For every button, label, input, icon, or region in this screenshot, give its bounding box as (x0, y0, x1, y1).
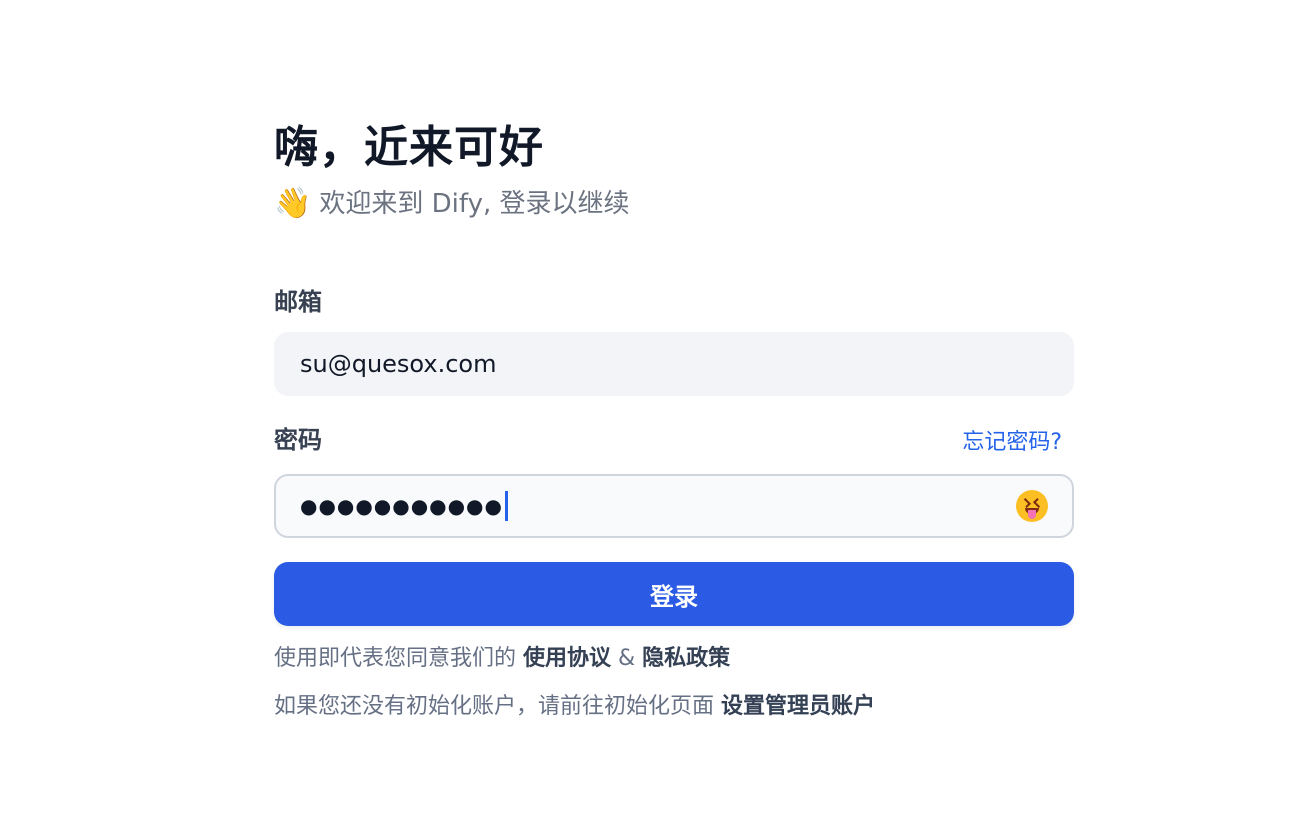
login-button[interactable]: 登录 (274, 562, 1074, 626)
email-label: 邮箱 (274, 288, 322, 316)
password-label: 密码 (274, 426, 322, 454)
terms-of-use-link[interactable]: 使用协议 (523, 646, 611, 671)
subtitle-text: 欢迎来到 Dify, 登录以继续 (319, 189, 630, 219)
setup-admin-link[interactable]: 设置管理员账户 (721, 694, 875, 719)
forgot-password-link[interactable]: 忘记密码? (962, 424, 1062, 456)
terms-prefix: 使用即代表您同意我们的 (274, 646, 523, 671)
password-value: ●●●●●●●●●●● (300, 494, 503, 518)
page-title: 嗨，近来可好 (274, 122, 544, 173)
password-label-row: 密码 忘记密码? (274, 424, 1074, 456)
terms-separator: & (611, 646, 643, 671)
text-caret (504, 491, 508, 521)
setup-notice: 如果您还没有初始化账户，请前往初始化页面 设置管理员账户 (274, 692, 1074, 722)
login-page: 嗨，近来可好 👋 欢迎来到 Dify, 登录以继续 邮箱 su@quesox.c… (0, 0, 1312, 814)
subtitle: 👋 欢迎来到 Dify, 登录以继续 (274, 186, 1074, 222)
setup-prefix: 如果您还没有初始化账户，请前往初始化页面 (274, 694, 721, 719)
privacy-policy-link[interactable]: 隐私政策 (642, 646, 730, 671)
terms-notice: 使用即代表您同意我们的 使用协议 & 隐私政策 (274, 644, 1074, 674)
email-field[interactable]: su@quesox.com (274, 332, 1074, 396)
show-password-toggle-icon[interactable] (1016, 490, 1048, 522)
waving-hand-icon: 👋 (274, 186, 312, 221)
password-field[interactable]: ●●●●●●●●●●● (274, 474, 1074, 538)
login-card: 嗨，近来可好 👋 欢迎来到 Dify, 登录以继续 邮箱 su@quesox.c… (274, 118, 1074, 722)
email-value: su@quesox.com (300, 350, 497, 378)
